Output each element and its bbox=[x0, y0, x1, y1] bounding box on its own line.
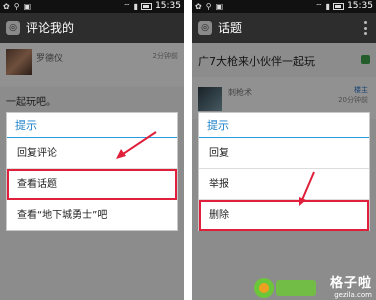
page-title: 评论我的 bbox=[26, 21, 75, 35]
image-icon: ▣ bbox=[215, 2, 224, 11]
status-bar: ✿ ⚲ ▣ ⌔ ▮ 15:35 bbox=[192, 0, 376, 13]
title-bar: ◎ 话题 bbox=[192, 13, 376, 43]
watermark-url: gezila.com bbox=[334, 291, 372, 299]
watermark-title: 格子啦 bbox=[329, 276, 372, 291]
wifi-icon: ⌔ bbox=[315, 2, 323, 11]
signal-icon: ▮ bbox=[133, 2, 139, 11]
app-logo-icon[interactable]: ◎ bbox=[198, 21, 212, 35]
left-phone-screen: ✿ ⚲ ▣ ⌔ ▮ 15:35 ◎ 评论我的 罗德仪 2分钟前 一起玩吧。 提示… bbox=[0, 0, 184, 300]
app-logo-icon[interactable]: ◎ bbox=[6, 21, 20, 35]
view-topic-option[interactable]: 查看话题 bbox=[7, 169, 177, 200]
usb-icon: ⚲ bbox=[205, 2, 212, 11]
battery-icon bbox=[333, 3, 345, 10]
overflow-menu-icon[interactable] bbox=[364, 21, 368, 35]
reply-option[interactable]: 回复 bbox=[199, 138, 369, 169]
usb-icon: ⚲ bbox=[13, 2, 20, 11]
reply-comment-option[interactable]: 回复评论 bbox=[7, 138, 177, 169]
status-time: 15:35 bbox=[155, 1, 181, 11]
battery-icon bbox=[141, 3, 153, 10]
report-option[interactable]: 举报 bbox=[199, 169, 369, 200]
image-icon: ▣ bbox=[23, 2, 32, 11]
page-title: 话题 bbox=[218, 21, 243, 35]
right-phone-screen: ✿ ⚲ ▣ ⌔ ▮ 15:35 ◎ 话题 广7大枪来小伙伴一起玩 刺枪术 楼主 … bbox=[192, 0, 376, 300]
delete-option[interactable]: 删除 bbox=[199, 200, 369, 231]
prompt-dialog: 提示 回复评论 查看话题 查看“地下城勇士”吧 bbox=[6, 112, 178, 231]
wifi-icon: ⌔ bbox=[123, 2, 131, 11]
title-bar: ◎ 评论我的 bbox=[0, 13, 184, 43]
prompt-dialog: 提示 回复 举报 删除 bbox=[198, 112, 370, 231]
app-notification-icon: ✿ bbox=[3, 2, 10, 11]
dialog-title: 提示 bbox=[199, 113, 369, 138]
status-time: 15:35 bbox=[347, 1, 373, 11]
signal-icon: ▮ bbox=[325, 2, 331, 11]
status-bar: ✿ ⚲ ▣ ⌔ ▮ 15:35 bbox=[0, 0, 184, 13]
site-logo-icon bbox=[254, 278, 316, 298]
view-forum-option[interactable]: 查看“地下城勇士”吧 bbox=[7, 200, 177, 231]
dialog-title: 提示 bbox=[7, 113, 177, 138]
app-notification-icon: ✿ bbox=[195, 2, 202, 11]
watermark: 格子啦 gezila.com bbox=[312, 272, 372, 299]
